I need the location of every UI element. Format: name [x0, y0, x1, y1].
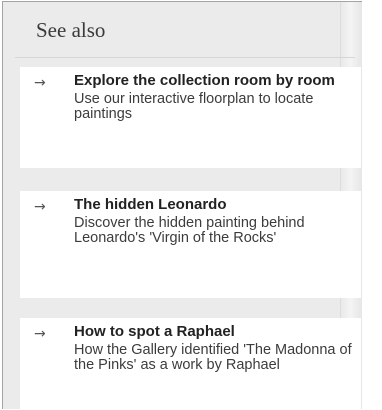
- item-title-link[interactable]: How to spot a Raphael: [74, 323, 356, 340]
- see-also-item-explore-collection[interactable]: → Explore the collection room by room Us…: [20, 67, 361, 168]
- item-title-link[interactable]: Explore the collection room by room: [74, 72, 356, 89]
- see-also-item-spot-raphael[interactable]: → How to spot a Raphael How the Gallery …: [20, 318, 361, 409]
- item-description: Discover the hidden painting behind Leon…: [74, 215, 305, 246]
- item-description: How the Gallery identified 'The Madonna …: [74, 342, 352, 373]
- arrow-right-icon: →: [34, 75, 46, 91]
- see-also-panel: See also → Explore the collection room b…: [2, 1, 362, 409]
- panel-title: See also: [36, 18, 106, 42]
- see-also-item-hidden-leonardo[interactable]: → The hidden Leonardo Discover the hidde…: [20, 191, 361, 298]
- title-divider: [15, 57, 355, 58]
- arrow-right-icon: →: [34, 326, 46, 342]
- item-title-link[interactable]: The hidden Leonardo: [74, 196, 356, 213]
- item-description: Use our interactive floorplan to locate …: [74, 91, 314, 122]
- arrow-right-icon: →: [34, 199, 46, 215]
